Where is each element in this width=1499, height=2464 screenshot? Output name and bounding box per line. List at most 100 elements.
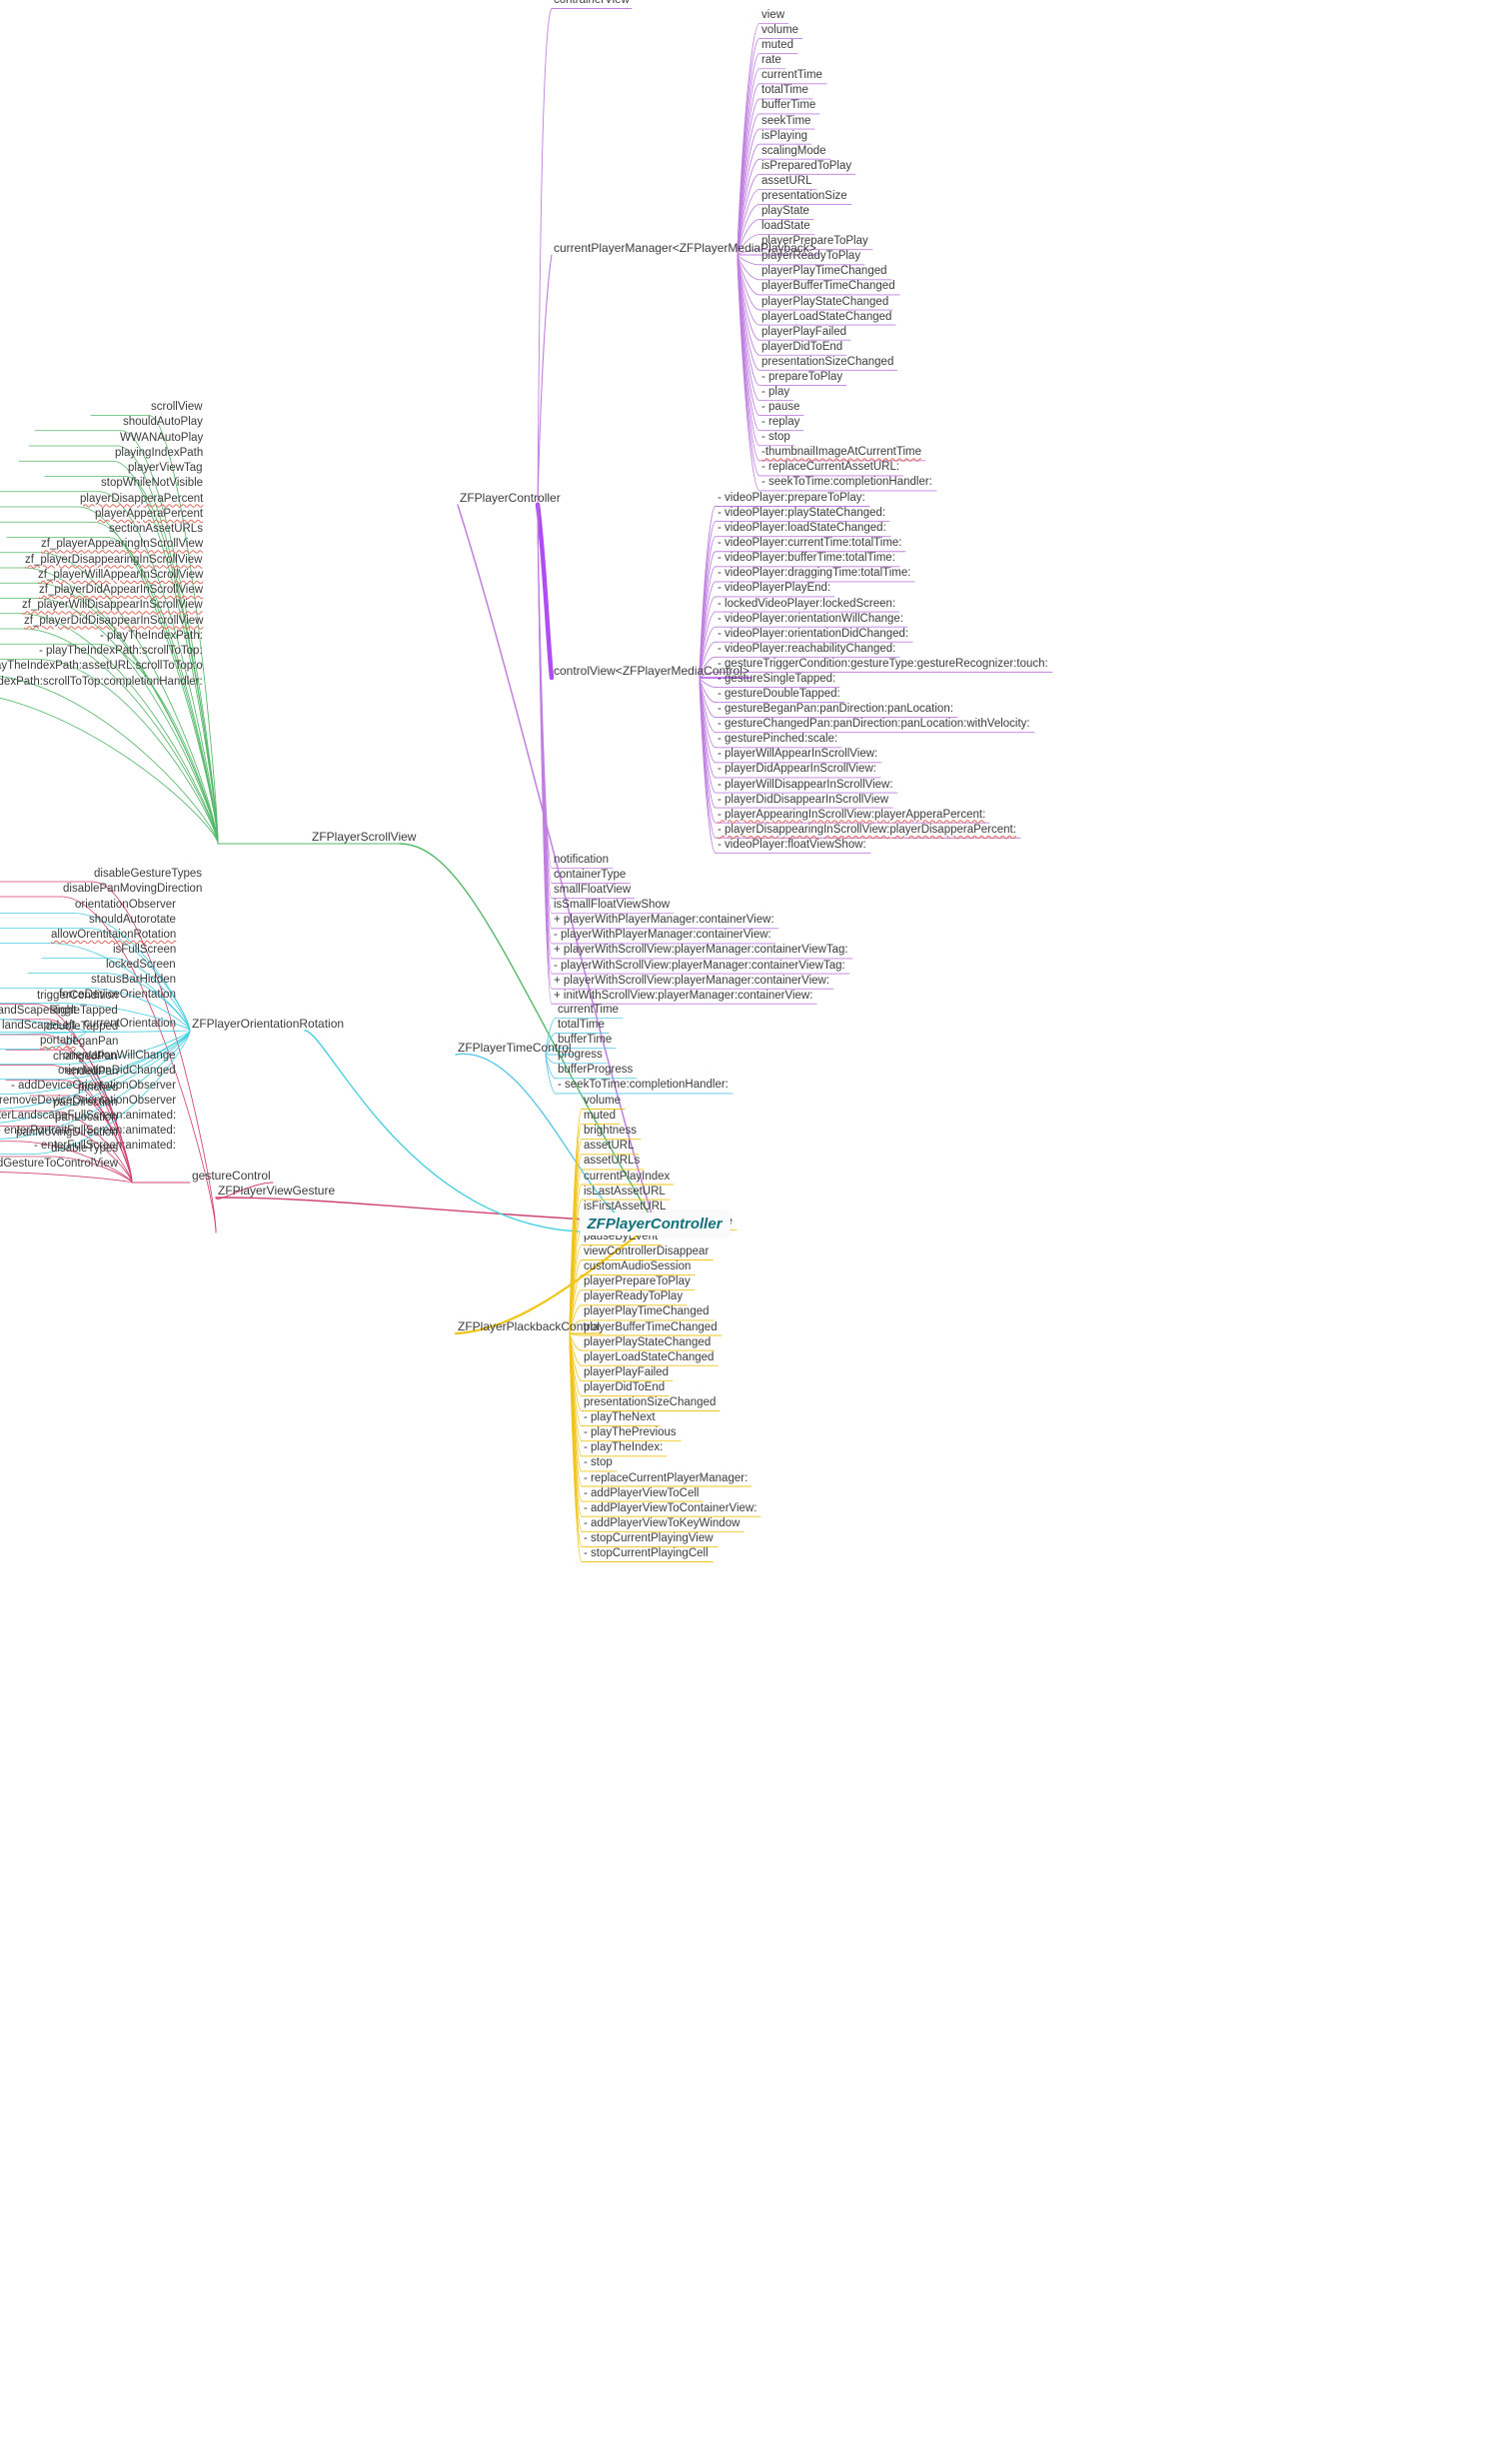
leaf-playback-12[interactable]: playerPrepareToPlay [582, 1275, 693, 1289]
leaf-manager-13[interactable]: playState [759, 205, 811, 219]
leaf-manager-29[interactable]: -thumbnailImageAtCurrentTime [759, 446, 923, 460]
branch-gesture[interactable]: ZFPlayerViewGesture [216, 1184, 337, 1199]
leaf-orientation-10[interactable]: - addDeviceOrientationObserver [9, 1080, 178, 1094]
leaf-timecontrol-2[interactable]: bufferTime [556, 1034, 614, 1048]
leaf-controlview-6[interactable]: - videoPlayerPlayEnd: [716, 582, 832, 596]
leaf-manager-11[interactable]: assetURL [759, 175, 814, 189]
leaf-controlview-16[interactable]: - gesturePinched:scale: [716, 733, 839, 747]
branch-playback[interactable]: ZFPlayerPlackbackControl [456, 1319, 602, 1334]
leaf-orientation-7[interactable]: currentOrientation [82, 1018, 178, 1032]
leaf-controlview-19[interactable]: - playerWillDisappearInScrollView: [716, 779, 895, 793]
leaf-controlview-2[interactable]: - videoPlayer:loadStateChanged: [716, 522, 888, 536]
leaf-playback-15[interactable]: playerBufferTimeChanged [582, 1321, 720, 1335]
leaf-scrollview-2[interactable]: WWANAutoPlay [118, 432, 205, 446]
leaf-scrollview-16[interactable]: - playTheIndexPath:scrollToTop: [37, 645, 205, 659]
leaf-controlview-20[interactable]: - playerDidDisappearInScrollView [716, 794, 890, 808]
leaf-manager-14[interactable]: loadState [759, 220, 812, 234]
leaf-playback-20[interactable]: presentationSizeChanged [582, 1396, 718, 1410]
leaf-manager-22[interactable]: playerDidToEnd [759, 341, 844, 355]
leaf-manager-19[interactable]: playerPlayStateChanged [759, 296, 890, 310]
branch-controller[interactable]: ZFPlayerController [458, 491, 563, 506]
leaf-playback-25[interactable]: - replaceCurrentPlayerManager: [582, 1472, 750, 1486]
leaf-playback-5[interactable]: currentPlayIndex [582, 1171, 672, 1185]
leaf-scrollview-10[interactable]: zf_playerDisappearingInScrollView [23, 554, 205, 568]
leaf-scrollview-7[interactable]: playerApperaPercent [93, 508, 205, 522]
leaf-manager-24[interactable]: - prepareToPlay [759, 371, 844, 385]
leaf-timecontrol-1[interactable]: totalTime [556, 1019, 607, 1033]
leaf-orientation-5[interactable]: statusBarHidden [89, 974, 178, 988]
leaf-scrollview-11[interactable]: zf_playerWillAppearInScrollView [36, 569, 205, 583]
leaf-scrollview-18[interactable]: - playTheIndexPath:scrollToTop:completio… [0, 676, 205, 690]
leaf-scrollview-15[interactable]: - playTheIndexPath: [98, 630, 205, 644]
branch-scrollview[interactable]: ZFPlayerScrollView [310, 830, 418, 845]
leaf-manager-6[interactable]: bufferTime [759, 99, 817, 113]
leaf-gesture-0[interactable]: disableGestureTypes [92, 868, 204, 882]
leaf-orientation-sub-0[interactable]: landScapeRight [0, 1005, 78, 1019]
leaf-scrollview-13[interactable]: zf_playerWillDisappearInScrollView [20, 599, 205, 613]
leaf-manager-25[interactable]: - play [759, 386, 791, 400]
leaf-manager-12[interactable]: presentationSize [759, 190, 849, 204]
leaf-timecontrol-3[interactable]: progress [556, 1049, 605, 1063]
leaf-playback-23[interactable]: - playTheIndex: [582, 1441, 665, 1455]
leaf-controller-tail-6[interactable]: + playerWithScrollView:playerManager:con… [552, 944, 850, 958]
leaf-manager-20[interactable]: playerLoadStateChanged [759, 311, 893, 325]
leaf-manager-2[interactable]: muted [759, 39, 795, 53]
leaf-playback-28[interactable]: - addPlayerViewToKeyWindow [582, 1517, 742, 1531]
leaf-playback-17[interactable]: playerLoadStateChanged [582, 1351, 716, 1365]
leaf-playback-13[interactable]: playerReadyToPlay [582, 1290, 685, 1304]
leaf-manager-1[interactable]: volume [759, 24, 800, 38]
leaf-controller-tail-7[interactable]: - playerWithScrollView:playerManager:con… [552, 960, 847, 974]
leaf-playback-1[interactable]: muted [582, 1110, 618, 1124]
leaf-playback-16[interactable]: playerPlayStateChanged [582, 1336, 713, 1350]
root-node[interactable]: ZFPlayerController [579, 1212, 731, 1235]
leaf-playback-27[interactable]: - addPlayerViewToContainerView: [582, 1502, 758, 1516]
leaf-manager-28[interactable]: - stop [759, 431, 792, 445]
leaf-scrollview-12[interactable]: zf_playerDidAppearInScrollView [37, 584, 205, 598]
leaf-scrollview-3[interactable]: playingIndexPath [113, 447, 205, 461]
leaf-controlview-10[interactable]: - videoPlayer:reachabilityChanged: [716, 643, 897, 657]
leaf-manager-5[interactable]: totalTime [759, 84, 810, 98]
leaf-controlview-13[interactable]: - gestureDoubleTapped: [716, 688, 842, 702]
leaf-manager-30[interactable]: - replaceCurrentAssetURL: [759, 461, 901, 475]
leaf-playback-6[interactable]: isLastAssetURL [582, 1186, 668, 1200]
leaf-scrollview-8[interactable]: sectionAssetURLs [107, 523, 205, 537]
leaf-controlview-14[interactable]: - gestureBeganPan:panDirection:panLocati… [716, 703, 955, 717]
leaf-scrollview-17[interactable]: - playTheIndexPath:assetURL:scrollToTop:… [0, 660, 205, 674]
leaf-controlview-3[interactable]: - videoPlayer:currentTime:totalTime: [716, 537, 903, 551]
leaf-controller-tail-0[interactable]: notification [552, 854, 611, 868]
leaf-controlview-18[interactable]: - playerDidAppearInScrollView: [716, 763, 878, 777]
leaf-manager-4[interactable]: currentTime [759, 69, 824, 83]
leaf-manager-3[interactable]: rate [759, 54, 783, 68]
leaf-playback-10[interactable]: viewControllerDisappear [582, 1245, 711, 1259]
leaf-gesture-11[interactable]: - addGestureToControlView [0, 1158, 120, 1172]
leaf-scrollview-5[interactable]: stopWhileNotVisible [99, 477, 205, 491]
leaf-manager-7[interactable]: seekTime [759, 115, 812, 129]
leaf-scrollview-1[interactable]: shouldAutoPlay [121, 416, 205, 430]
leaf-playback-0[interactable]: volume [582, 1095, 623, 1109]
leaf-manager-9[interactable]: scalingMode [759, 145, 828, 159]
leaf-controlview-4[interactable]: - videoPlayer:bufferTime:totalTime: [716, 552, 897, 566]
leaf-manager-26[interactable]: - pause [759, 401, 801, 415]
leaf-manager-15[interactable]: playerPrepareToPlay [759, 235, 870, 249]
leaf-playback-3[interactable]: assetURL [582, 1140, 637, 1154]
leaf-orientation-3[interactable]: isFullScreen [111, 944, 178, 958]
leaf-contrainerview[interactable]: contrainerView [552, 0, 632, 8]
leaf-manager-27[interactable]: - replay [759, 416, 801, 430]
leaf-orientation-6[interactable]: forceDeviceOrientation [57, 989, 178, 1003]
leaf-controlview-9[interactable]: - videoPlayer:orientationDidChanged: [716, 628, 910, 642]
leaf-orientation-8[interactable]: orientationWillChange [61, 1050, 178, 1064]
leaf-playback-29[interactable]: - stopCurrentPlayingView [582, 1532, 716, 1546]
leaf-playback-11[interactable]: customAudioSession [582, 1260, 693, 1274]
leaf-controlview-23[interactable]: - videoPlayer:floatViewShow: [716, 839, 868, 853]
leaf-scrollview-0[interactable]: scrollView [149, 401, 205, 415]
leaf-manager-10[interactable]: isPreparedToPlay [759, 160, 853, 174]
leaf-controller-tail-5[interactable]: - playerWithPlayerManager:containerView: [552, 929, 773, 943]
leaf-orientation-sub-2[interactable]: portarit [38, 1035, 78, 1049]
leaf-orientation-11[interactable]: - removeDeviceOrientationObserver [0, 1095, 178, 1109]
leaf-controlview-1[interactable]: - videoPlayer:playStateChanged: [716, 507, 887, 521]
leaf-controller-tail-1[interactable]: containerType [552, 869, 628, 883]
leaf-playback-19[interactable]: playerDidToEnd [582, 1381, 667, 1395]
leaf-playback-24[interactable]: - stop [582, 1456, 615, 1470]
leaf-manager-21[interactable]: playerPlayFailed [759, 326, 848, 340]
leaf-scrollview-9[interactable]: zf_playerAppearingInScrollView [39, 538, 205, 552]
